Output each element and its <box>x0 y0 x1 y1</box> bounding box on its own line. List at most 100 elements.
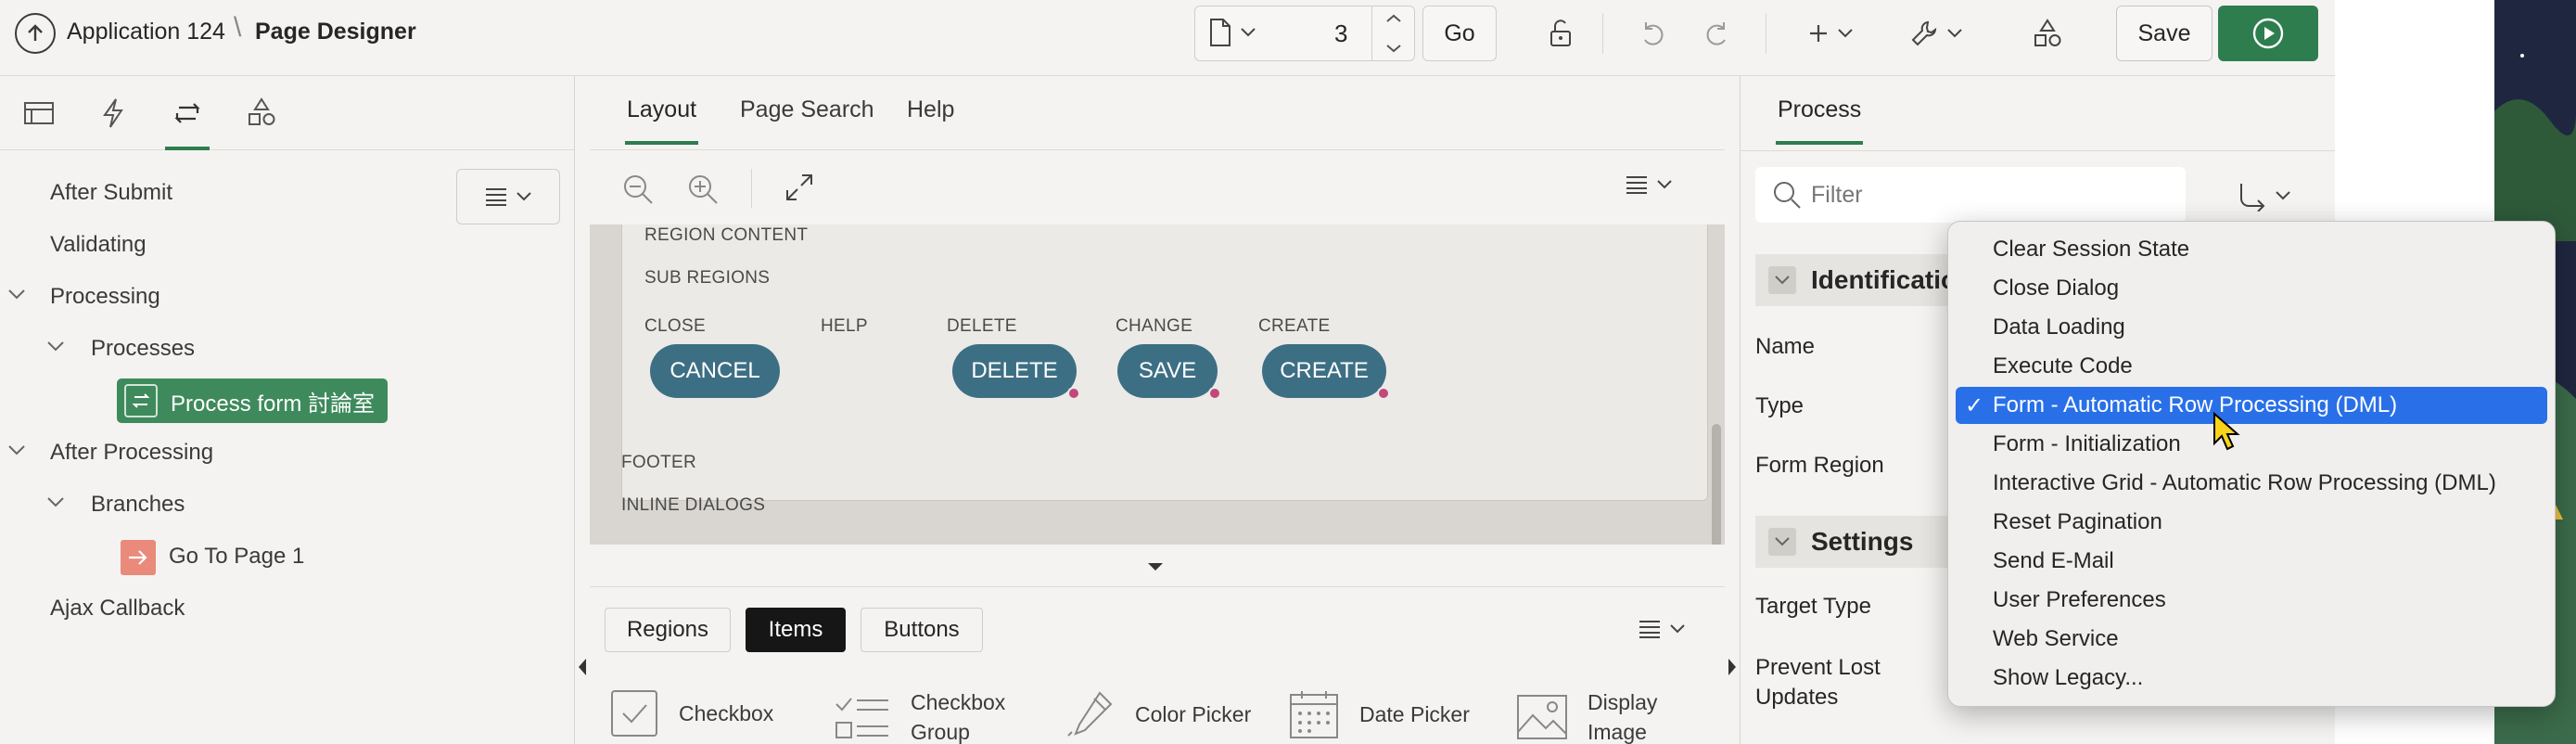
processing-tab-icon[interactable] <box>165 95 210 150</box>
breadcrumb-application[interactable]: Application 124 <box>67 17 225 46</box>
page-number-input[interactable]: 3 <box>1334 19 1347 48</box>
left-pane-tabs <box>0 76 574 150</box>
condition-indicator <box>1067 387 1080 400</box>
tree-menu-button[interactable] <box>456 169 560 224</box>
section-title: Settings <box>1811 527 1914 556</box>
expand-icon[interactable] <box>784 173 814 202</box>
chevron-down-icon[interactable] <box>7 288 26 301</box>
zoom-out-icon[interactable] <box>621 173 655 206</box>
zoom-in-icon[interactable] <box>686 173 720 206</box>
option-form-automatic-row-processing[interactable]: ✓ Form - Automatic Row Processing (DML) <box>1956 387 2547 424</box>
chevron-down-icon[interactable] <box>7 443 26 456</box>
wrench-icon <box>1911 20 1937 46</box>
tab-process[interactable]: Process <box>1775 96 1864 145</box>
redo-icon[interactable] <box>1691 6 1743 61</box>
filter-input[interactable]: Filter <box>1755 167 2186 223</box>
center-pane-tabs: Layout Page Search Help <box>590 76 1725 150</box>
inline-dialogs-label: INLINE DIALOGS <box>621 495 766 515</box>
center-pane: Layout Page Search Help REGION CONTENT S… <box>590 76 1725 744</box>
dynamic-actions-tab-icon[interactable] <box>95 95 132 132</box>
utilities-menu[interactable] <box>1899 6 1973 61</box>
shared-components-icon[interactable] <box>2021 6 2073 61</box>
gallery-item-checkbox[interactable]: Checkbox <box>608 687 773 739</box>
button-label: CREATE <box>1280 358 1369 383</box>
gallery-tab-regions[interactable]: Regions <box>605 608 731 652</box>
gallery-item-label: Checkbox Group <box>911 690 1006 744</box>
tree-node-processing[interactable]: Processing <box>50 278 160 315</box>
create-button[interactable]: CREATE <box>1262 344 1390 400</box>
run-button[interactable] <box>2218 6 2318 61</box>
gallery-item-label: Checkbox <box>679 700 774 725</box>
up-arrow-icon[interactable] <box>15 13 56 54</box>
page-title: Page Designer <box>255 19 416 45</box>
option-data-loading[interactable]: Data Loading <box>1956 309 2547 346</box>
tree-node-ajax-callback[interactable]: Ajax Callback <box>50 590 185 627</box>
checkmark-icon: ✓ <box>1965 392 1984 418</box>
gallery-item-color-picker[interactable]: Color Picker <box>1063 687 1251 741</box>
go-to-group-button[interactable] <box>2236 180 2291 212</box>
chevron-down-icon[interactable] <box>46 340 65 353</box>
form-region[interactable]: REGION CONTENT SUB REGIONS CLOSE HELP DE… <box>621 224 1708 501</box>
chevron-down-icon[interactable] <box>46 495 65 508</box>
rendering-tab-icon[interactable] <box>20 95 57 132</box>
option-web-service[interactable]: Web Service <box>1956 621 2547 658</box>
page-stepper[interactable] <box>1371 6 1414 60</box>
option-send-email[interactable]: Send E-Mail <box>1956 543 2547 580</box>
top-toolbar: Application 124 \ Page Designer 3 Go Sav… <box>0 0 2335 76</box>
option-show-legacy[interactable]: Show Legacy... <box>1956 660 2547 697</box>
lock-icon[interactable] <box>1534 6 1586 61</box>
page-type-menu[interactable] <box>1208 18 1256 47</box>
option-close-dialog[interactable]: Close Dialog <box>1956 270 2547 307</box>
tree-node-go-to-page-1[interactable]: Go To Page 1 <box>169 538 304 575</box>
gallery-menu-button[interactable] <box>1638 619 1686 639</box>
tree-node-process-form[interactable]: Process form 討論室 <box>117 378 388 423</box>
slot-close: CLOSE <box>644 316 706 336</box>
gallery-tab-buttons[interactable]: Buttons <box>861 608 983 652</box>
button-label: SAVE <box>1138 358 1197 383</box>
option-execute-code[interactable]: Execute Code <box>1956 348 2547 385</box>
delete-button[interactable]: DELETE <box>952 344 1080 400</box>
gallery-item-label: Display Image <box>1588 690 1658 744</box>
image-icon <box>1517 695 1567 739</box>
gallery-item-display-image[interactable]: Display Image <box>1515 687 1657 744</box>
tree-node-after-processing[interactable]: After Processing <box>50 434 213 471</box>
tree-node-processes[interactable]: Processes <box>91 330 195 367</box>
collapse-left-icon[interactable] <box>577 657 588 677</box>
create-menu[interactable] <box>1801 6 1860 61</box>
button-label: CANCEL <box>670 358 760 383</box>
shared-components-tab-icon[interactable] <box>243 95 280 132</box>
resize-handle-icon[interactable] <box>1146 562 1165 571</box>
prop-label-prevent-lost-updates: Prevent Lost Updates <box>1755 655 1881 710</box>
tree-node-label: Process form 討論室 <box>171 391 376 417</box>
color-picker-icon <box>1067 691 1113 737</box>
tree-node-after-submit[interactable]: After Submit <box>50 174 172 212</box>
tree-node-validating[interactable]: Validating <box>50 226 147 263</box>
option-reset-pagination[interactable]: Reset Pagination <box>1956 504 2547 541</box>
option-user-preferences[interactable]: User Preferences <box>1956 582 2547 619</box>
save-button[interactable]: Save <box>2116 6 2213 61</box>
page-selector: 3 <box>1194 6 1415 61</box>
chevron-down-icon <box>1947 29 1962 38</box>
collapse-right-icon[interactable] <box>1727 657 1738 677</box>
gallery-item-date-picker[interactable]: Date Picker <box>1287 687 1470 741</box>
tab-page-search[interactable]: Page Search <box>740 96 874 123</box>
layout-menu-button[interactable] <box>1625 174 1673 195</box>
breadcrumb-separator: \ <box>234 12 242 43</box>
canvas-scrollbar[interactable] <box>1712 424 1721 545</box>
undo-icon[interactable] <box>1626 6 1678 61</box>
option-form-initialization[interactable]: Form - Initialization <box>1956 426 2547 463</box>
cancel-button[interactable]: CANCEL <box>650 344 780 398</box>
option-interactive-grid-automatic-row-processing[interactable]: Interactive Grid - Automatic Row Process… <box>1956 465 2547 502</box>
tab-layout[interactable]: Layout <box>624 96 699 145</box>
tree-node-branches[interactable]: Branches <box>91 486 185 523</box>
hamburger-icon <box>486 188 506 206</box>
save-region-button[interactable]: SAVE <box>1117 344 1221 400</box>
gallery-tab-items[interactable]: Items <box>746 608 846 652</box>
condition-indicator <box>1377 387 1390 400</box>
go-button[interactable]: Go <box>1422 6 1497 61</box>
chevron-down-icon <box>2276 191 2290 200</box>
gallery-item-checkbox-group[interactable]: Checkbox Group <box>833 687 1005 744</box>
left-pane: After Submit Validating Processing Proce… <box>0 76 575 744</box>
option-clear-session-state[interactable]: Clear Session State <box>1956 231 2547 268</box>
tab-help[interactable]: Help <box>907 96 954 123</box>
